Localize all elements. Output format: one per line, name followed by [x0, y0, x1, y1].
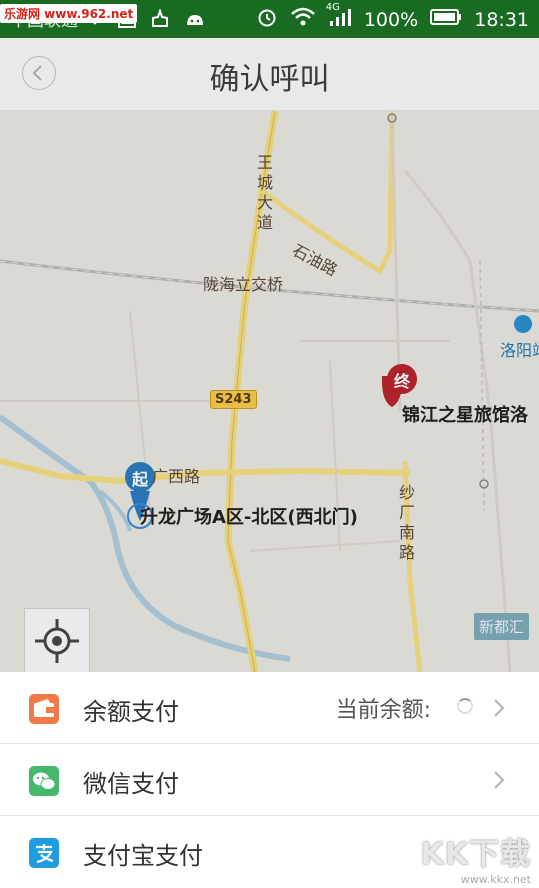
- battery-icon: [430, 8, 462, 31]
- chevron-right-icon: [494, 771, 505, 789]
- wallet-icon: [29, 694, 59, 724]
- payment-label: 微信支付: [83, 770, 179, 798]
- map-view[interactable]: 王 城 大 道 石油路 陇海立交桥 纱 厂 南 路 广西路 S243 洛阳站 新…: [0, 111, 539, 672]
- alarm-icon: [256, 6, 278, 33]
- payment-sheet: 余额支付 当前余额: 微信支付 支付宝支付 KK下载 www.kkx.net: [0, 672, 539, 888]
- highway-badge: S243: [210, 390, 257, 409]
- payment-option-wechat[interactable]: 微信支付: [0, 744, 539, 816]
- district-badge: 新都汇: [473, 613, 529, 640]
- road-label-wangcheng: 王 城 大 道: [256, 153, 273, 232]
- station-label: 洛阳站: [500, 341, 539, 360]
- crosshair-icon: [35, 619, 79, 663]
- chevron-right-icon: [494, 699, 505, 717]
- watermark: 乐游网 www.962.net: [0, 4, 138, 23]
- payment-label: 支付宝支付: [83, 842, 203, 870]
- network-type: 4G: [325, 2, 340, 13]
- balance-label: 当前余额:: [335, 698, 431, 723]
- end-marker-label: 终: [393, 372, 410, 391]
- android-icon: [184, 11, 206, 32]
- road-label-longhai-bridge: 陇海立交桥: [203, 275, 284, 294]
- status-right: 4G 100% 18:31: [250, 2, 529, 33]
- cleaner-icon: [150, 7, 170, 34]
- status-bar: 乐游网 www.962.net 中国联通 4G 100% 18:31: [0, 0, 539, 38]
- road-label-guangxi: 广西路: [152, 467, 201, 486]
- clock: 18:31: [474, 8, 529, 31]
- locate-button[interactable]: [24, 608, 90, 672]
- battery-percent: 100%: [363, 8, 419, 31]
- watermark-bottom-right: KK下载 www.kkx.net: [420, 837, 532, 886]
- wechat-icon: [29, 766, 59, 796]
- payment-option-balance[interactable]: 余额支付 当前余额:: [0, 672, 539, 744]
- loading-spinner-icon: [457, 698, 473, 714]
- app-header: 确认呼叫: [0, 38, 539, 111]
- start-poi-label: 升龙广场A区-北区(西北门): [140, 507, 358, 528]
- end-poi-label: 锦江之星旅馆洛: [402, 405, 528, 426]
- signal-icon: 4G: [326, 2, 352, 33]
- page-title: 确认呼叫: [209, 62, 330, 97]
- alipay-icon: [29, 838, 59, 868]
- start-marker-label: 起: [131, 470, 148, 489]
- road-label-shachang-south: 纱 厂 南 路: [398, 483, 415, 562]
- wifi-icon: [290, 6, 316, 33]
- payment-label: 余额支付: [83, 698, 179, 726]
